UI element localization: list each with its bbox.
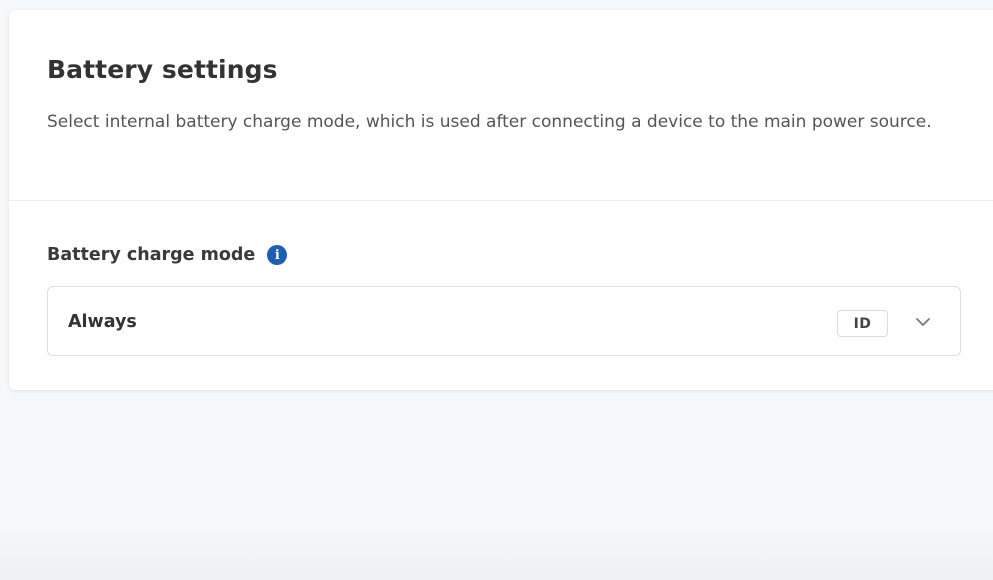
battery-charge-mode-select[interactable]: Always ID — [47, 286, 961, 356]
info-icon[interactable]: i — [267, 245, 288, 265]
id-badge[interactable]: ID — [837, 310, 888, 337]
section-title: Battery settings — [47, 55, 278, 84]
page: Battery settings Select internal battery… — [0, 0, 993, 580]
card-body: Battery charge mode i Always ID — [9, 201, 993, 390]
section-description: Select internal battery charge mode, whi… — [47, 112, 932, 132]
battery-settings-card: Battery settings Select internal battery… — [9, 10, 993, 390]
selected-value: Always — [68, 312, 137, 332]
field-label-row: Battery charge mode i — [47, 245, 288, 265]
battery-charge-mode-label: Battery charge mode — [47, 245, 256, 265]
chevron-down-icon[interactable] — [914, 313, 932, 331]
card-header: Battery settings Select internal battery… — [9, 10, 993, 201]
bottom-fade — [0, 520, 993, 580]
